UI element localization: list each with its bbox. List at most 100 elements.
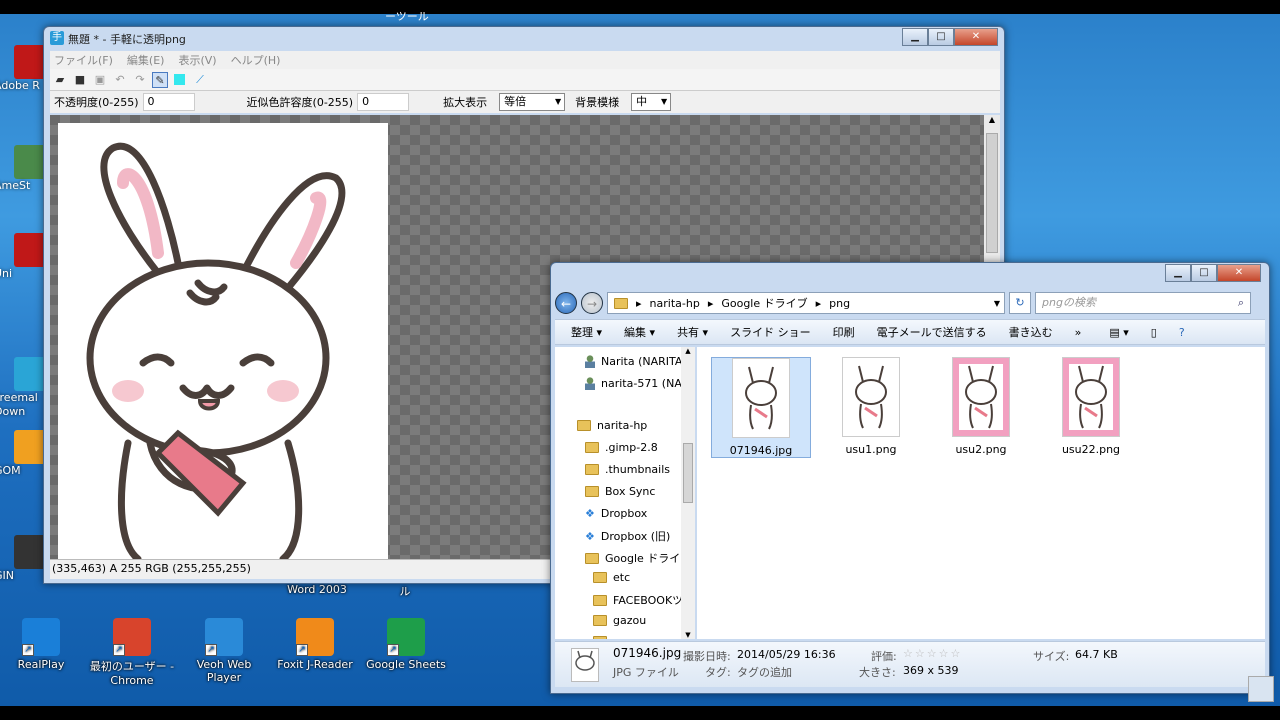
- file-item[interactable]: 071946.jpg: [711, 357, 811, 458]
- nav-item[interactable]: Box Sync: [585, 485, 655, 498]
- maximize-button[interactable]: □: [1191, 264, 1217, 282]
- shortcut-arrow-icon: ↗: [387, 644, 399, 656]
- menu-help[interactable]: ヘルプ(H): [231, 52, 281, 68]
- nav-item[interactable]: gazou: [593, 614, 646, 627]
- desktop-icon[interactable]: ↗ Veoh Web Player: [179, 618, 269, 684]
- detail-tag-value[interactable]: タグの追加: [737, 664, 792, 680]
- show-desktop-button[interactable]: [1248, 676, 1274, 702]
- detail-size-label: サイズ:: [1033, 650, 1070, 663]
- scroll-thumb[interactable]: [986, 133, 998, 253]
- scroll-down-icon[interactable]: ▼: [681, 631, 695, 639]
- desktop-icon-label: Veoh Web Player: [196, 658, 252, 684]
- word-2003-label[interactable]: Word 2003: [272, 583, 362, 596]
- chrome-icon: ↗: [113, 618, 151, 656]
- nav-item[interactable]: Narita (NARITA: [585, 355, 682, 368]
- desktop-icon[interactable]: AmeSt: [0, 145, 48, 193]
- desktop-icon[interactable]: ↗ 最初のユーザー - Chrome: [87, 618, 177, 687]
- nav-item[interactable]: FACEBOOKツー: [593, 592, 694, 608]
- background-select[interactable]: 中 ▼: [631, 93, 672, 111]
- editor-titlebar[interactable]: 手 無題 * - 手軽に透明png ▁ □ ✕: [44, 27, 1004, 49]
- rabbit-illustration: [86, 142, 346, 559]
- copy-icon[interactable]: ▣: [92, 72, 108, 88]
- organize-button[interactable]: 整理 ▾: [571, 324, 602, 340]
- tolerance-label: 近似色許容度(0-255): [246, 96, 354, 109]
- nav-item-label: Google ドライブ: [605, 552, 692, 565]
- search-icon[interactable]: ⌕: [1238, 293, 1244, 313]
- user-icon: [585, 377, 595, 390]
- breadcrumb-item[interactable]: narita-hp: [650, 297, 700, 310]
- editor-toolbar: ▰ ■ ▣ ↶ ↷ ✎ ⟋: [50, 69, 1000, 91]
- shortcut-arrow-icon: ↗: [296, 644, 308, 656]
- menu-file[interactable]: ファイル(F): [54, 52, 113, 68]
- view-options-icon[interactable]: ▤ ▾: [1109, 326, 1128, 339]
- desktop-icon[interactable]: Adobe R: [0, 45, 48, 93]
- chevron-down-icon[interactable]: ▼: [994, 299, 1000, 308]
- redo-icon[interactable]: ↷: [132, 72, 148, 88]
- share-button[interactable]: 共有 ▾: [677, 324, 708, 340]
- address-bar[interactable]: ▸ narita-hp ▸ Google ドライブ ▸ png ▼: [607, 292, 1005, 314]
- background-value: 中: [636, 95, 648, 108]
- desktop-icon[interactable]: ↗ Google Sheets: [361, 618, 451, 671]
- nav-item-label: Box Sync: [605, 485, 656, 498]
- nav-item[interactable]: ❖ Dropbox (旧): [585, 528, 670, 544]
- scroll-thumb[interactable]: [683, 443, 693, 503]
- explorer-titlebar[interactable]: ▁ □ ✕: [551, 263, 1269, 285]
- nav-item[interactable]: narita-hp: [577, 419, 647, 432]
- desktop-icon[interactable]: GOM: [0, 430, 48, 478]
- close-button[interactable]: ✕: [1217, 264, 1261, 282]
- slideshow-button[interactable]: スライド ショー: [730, 324, 811, 340]
- desktop-icon[interactable]: Freemal Down: [0, 357, 48, 419]
- more-button[interactable]: »: [1075, 326, 1082, 339]
- nav-scrollbar[interactable]: ▲ ▼: [681, 347, 695, 639]
- menu-view[interactable]: 表示(V): [178, 52, 216, 68]
- file-item[interactable]: usu2.png: [931, 357, 1031, 456]
- nav-item[interactable]: ❖ Dropbox: [585, 507, 647, 520]
- desktop-icon[interactable]: ↗ RealPlay: [0, 618, 86, 671]
- burn-button[interactable]: 書き込む: [1009, 324, 1053, 340]
- preview-pane-icon[interactable]: ▯: [1151, 326, 1157, 339]
- menu-edit[interactable]: 編集(E): [127, 52, 165, 68]
- dropbox-icon: ❖: [585, 529, 595, 543]
- transparent-brush-icon[interactable]: ✎: [152, 71, 168, 88]
- file-item[interactable]: usu22.png: [1041, 357, 1141, 456]
- nav-item-label: Dropbox: [600, 507, 648, 520]
- desktop-icon[interactable]: Uni: [0, 233, 48, 281]
- minimize-button[interactable]: ▁: [1165, 264, 1191, 282]
- eyedropper-icon[interactable]: ⟋: [192, 72, 208, 88]
- undo-icon[interactable]: ↶: [112, 72, 128, 88]
- edit-button[interactable]: 編集 ▾: [624, 324, 655, 340]
- nav-item[interactable]: Google ドライブ: [585, 550, 691, 566]
- nav-item[interactable]: etc: [593, 571, 630, 584]
- save-icon[interactable]: ■: [72, 72, 88, 88]
- scroll-up-icon[interactable]: ▲: [984, 115, 1000, 124]
- file-item[interactable]: usu1.png: [821, 357, 921, 456]
- email-button[interactable]: 電子メールで送信する: [877, 324, 987, 340]
- color-swatch-icon[interactable]: [172, 72, 188, 88]
- refresh-icon[interactable]: ↻: [1009, 292, 1031, 314]
- forward-button[interactable]: →: [581, 292, 603, 314]
- minimize-button[interactable]: ▁: [902, 28, 928, 46]
- nav-item[interactable]: narita-571 (NAF: [585, 377, 688, 390]
- open-icon[interactable]: ▰: [52, 72, 68, 88]
- tolerance-input[interactable]: 0: [357, 93, 410, 111]
- help-icon[interactable]: ?: [1179, 326, 1185, 339]
- desktop-icon[interactable]: GIN: [0, 535, 48, 583]
- nav-item[interactable]: .thumbnails: [585, 463, 670, 476]
- search-input[interactable]: pngの検索 ⌕: [1035, 292, 1251, 314]
- close-button[interactable]: ✕: [954, 28, 998, 46]
- rating-stars[interactable]: ☆☆☆☆☆: [903, 647, 962, 660]
- scroll-up-icon[interactable]: ▲: [681, 347, 695, 355]
- maximize-button[interactable]: □: [928, 28, 954, 46]
- breadcrumb-item[interactable]: png: [829, 297, 850, 310]
- opacity-input[interactable]: 0: [142, 93, 195, 111]
- nav-item[interactable]: .gimp-2.8: [585, 441, 658, 454]
- navigation-pane: Narita (NARITA narita-571 (NAF narita-hp .g…: [555, 347, 695, 639]
- details-pane: 071946.jpg JPG ファイル 撮影日時: 2014/05/29 16:…: [555, 641, 1265, 687]
- back-button[interactable]: ←: [555, 292, 577, 314]
- address-row: ← → ▸ narita-hp ▸ Google ドライブ ▸ png ▼ ↻ …: [555, 291, 1265, 315]
- zoom-select[interactable]: 等倍 ▼: [499, 93, 566, 111]
- nav-item[interactable]: png: [593, 635, 634, 639]
- desktop-icon[interactable]: ↗ Foxit J-Reader: [270, 618, 360, 671]
- print-button[interactable]: 印刷: [833, 324, 855, 340]
- breadcrumb-item[interactable]: Google ドライブ: [721, 295, 807, 311]
